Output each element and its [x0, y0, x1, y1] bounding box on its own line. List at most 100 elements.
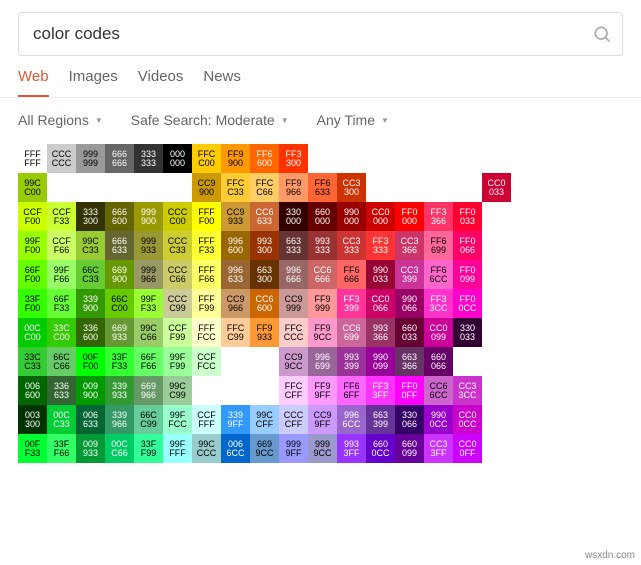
color-swatch[interactable]: 6600CC — [366, 434, 395, 463]
color-swatch[interactable]: CC3366 — [395, 231, 424, 260]
search-box[interactable] — [18, 12, 623, 56]
color-swatch[interactable]: FF9900 — [221, 144, 250, 173]
color-swatch[interactable]: 333333 — [134, 144, 163, 173]
color-swatch[interactable]: 9933FF — [337, 434, 366, 463]
color-swatch[interactable]: 33FF00 — [18, 289, 47, 318]
color-swatch[interactable]: 663399 — [366, 405, 395, 434]
color-swatch[interactable]: CC0099 — [424, 318, 453, 347]
color-swatch[interactable]: FF6666 — [337, 260, 366, 289]
color-swatch[interactable]: 330000 — [279, 202, 308, 231]
color-swatch[interactable]: CC99FF — [308, 405, 337, 434]
color-swatch[interactable]: FFCCCC — [279, 318, 308, 347]
color-swatch[interactable]: CCFF66 — [47, 231, 76, 260]
color-swatch[interactable]: 660099 — [395, 434, 424, 463]
color-swatch[interactable]: FFFF66 — [192, 260, 221, 289]
color-swatch[interactable]: 339966 — [105, 405, 134, 434]
color-swatch[interactable]: 0066CC — [221, 434, 250, 463]
color-swatch[interactable]: 339900 — [76, 289, 105, 318]
color-swatch[interactable]: FF00FF — [395, 376, 424, 405]
color-swatch[interactable]: 336633 — [47, 376, 76, 405]
color-swatch[interactable]: CC9933 — [221, 202, 250, 231]
color-swatch[interactable]: 993366 — [366, 318, 395, 347]
color-swatch[interactable]: 66FF33 — [47, 289, 76, 318]
color-swatch[interactable]: 000000 — [163, 144, 192, 173]
color-swatch[interactable]: 99FF66 — [47, 260, 76, 289]
filter-safe[interactable]: Safe Search: Moderate▼ — [131, 112, 289, 128]
color-swatch[interactable]: CC6699 — [337, 318, 366, 347]
color-swatch[interactable]: 993333 — [308, 231, 337, 260]
tab-videos[interactable]: Videos — [138, 68, 184, 97]
color-swatch[interactable]: 99FFCC — [163, 405, 192, 434]
color-swatch[interactable]: 66CC99 — [134, 405, 163, 434]
color-swatch[interactable]: FF3366 — [424, 202, 453, 231]
color-swatch[interactable]: 00CC33 — [47, 405, 76, 434]
color-swatch[interactable]: 669966 — [134, 376, 163, 405]
color-swatch[interactable]: 660033 — [395, 318, 424, 347]
color-swatch[interactable]: 660000 — [308, 202, 337, 231]
color-swatch[interactable]: CCCC99 — [163, 289, 192, 318]
color-swatch[interactable]: CC66CC — [424, 376, 453, 405]
color-swatch[interactable]: 66CC00 — [105, 289, 134, 318]
color-swatch[interactable]: FFFF33 — [192, 231, 221, 260]
color-swatch[interactable]: 99CCCC — [192, 434, 221, 463]
color-swatch[interactable]: CCFF99 — [163, 318, 192, 347]
color-swatch[interactable]: 669933 — [105, 318, 134, 347]
color-swatch[interactable]: CC0033 — [482, 173, 511, 202]
color-swatch[interactable]: 99CC00 — [18, 173, 47, 202]
color-swatch[interactable]: 33FF99 — [134, 434, 163, 463]
color-swatch[interactable]: FFCC00 — [192, 144, 221, 173]
color-swatch[interactable]: CC9966 — [221, 289, 250, 318]
color-swatch[interactable]: 663300 — [250, 260, 279, 289]
color-swatch[interactable]: 666633 — [105, 231, 134, 260]
color-swatch[interactable]: FF99CC — [308, 318, 337, 347]
color-swatch[interactable]: 99CC66 — [134, 318, 163, 347]
filter-time[interactable]: Any Time▼ — [317, 112, 389, 128]
color-swatch[interactable]: 66CC33 — [76, 260, 105, 289]
color-swatch[interactable]: FF6633 — [308, 173, 337, 202]
color-swatch[interactable]: FFFF00 — [192, 202, 221, 231]
search-icon[interactable] — [592, 24, 612, 44]
color-swatch[interactable]: CCCCCC — [47, 144, 76, 173]
color-swatch[interactable]: 99CCFF — [250, 405, 279, 434]
color-swatch[interactable]: 003300 — [18, 405, 47, 434]
color-swatch[interactable]: CCCC66 — [163, 260, 192, 289]
color-swatch[interactable]: CC3399 — [395, 260, 424, 289]
color-swatch[interactable]: 3399FF — [221, 405, 250, 434]
color-swatch[interactable]: FF33CC — [424, 289, 453, 318]
color-swatch[interactable]: CC00FF — [453, 434, 482, 463]
color-swatch[interactable]: 666600 — [105, 202, 134, 231]
color-swatch[interactable]: 66FF66 — [134, 347, 163, 376]
color-swatch[interactable]: 333300 — [76, 202, 105, 231]
color-swatch[interactable]: FFFFFF — [18, 144, 47, 173]
color-swatch[interactable]: 99FFFF — [163, 434, 192, 463]
color-swatch[interactable]: 336600 — [76, 318, 105, 347]
color-swatch[interactable]: 999999 — [76, 144, 105, 173]
color-swatch[interactable]: 999966 — [134, 260, 163, 289]
tab-web[interactable]: Web — [18, 68, 49, 97]
color-swatch[interactable]: 006600 — [18, 376, 47, 405]
color-swatch[interactable]: FF3399 — [337, 289, 366, 318]
color-swatch[interactable]: FF3333 — [366, 231, 395, 260]
color-swatch[interactable]: 993399 — [337, 347, 366, 376]
color-swatch[interactable]: 33FF33 — [105, 347, 134, 376]
color-swatch[interactable]: 00FF00 — [76, 347, 105, 376]
tab-news[interactable]: News — [203, 68, 241, 97]
color-swatch[interactable]: 990099 — [366, 347, 395, 376]
color-swatch[interactable]: FF0033 — [453, 202, 482, 231]
color-swatch[interactable]: 9999CC — [308, 434, 337, 463]
color-swatch[interactable]: CC99CC — [279, 347, 308, 376]
color-swatch[interactable]: 996699 — [308, 347, 337, 376]
color-swatch[interactable]: CCFF00 — [18, 202, 47, 231]
color-swatch[interactable]: CCFFCC — [192, 347, 221, 376]
color-swatch[interactable]: 9900CC — [424, 405, 453, 434]
color-swatch[interactable]: FF00CC — [453, 289, 482, 318]
color-swatch[interactable]: CC6633 — [250, 202, 279, 231]
color-swatch[interactable]: 999933 — [134, 231, 163, 260]
color-swatch[interactable]: CC3333 — [337, 231, 366, 260]
search-input[interactable] — [33, 24, 592, 44]
color-swatch[interactable]: 99FF00 — [18, 231, 47, 260]
color-swatch[interactable]: 9966CC — [337, 405, 366, 434]
color-swatch[interactable]: 00CC66 — [105, 434, 134, 463]
color-swatch[interactable]: FFFF99 — [192, 289, 221, 318]
color-swatch[interactable]: FF9999 — [308, 289, 337, 318]
